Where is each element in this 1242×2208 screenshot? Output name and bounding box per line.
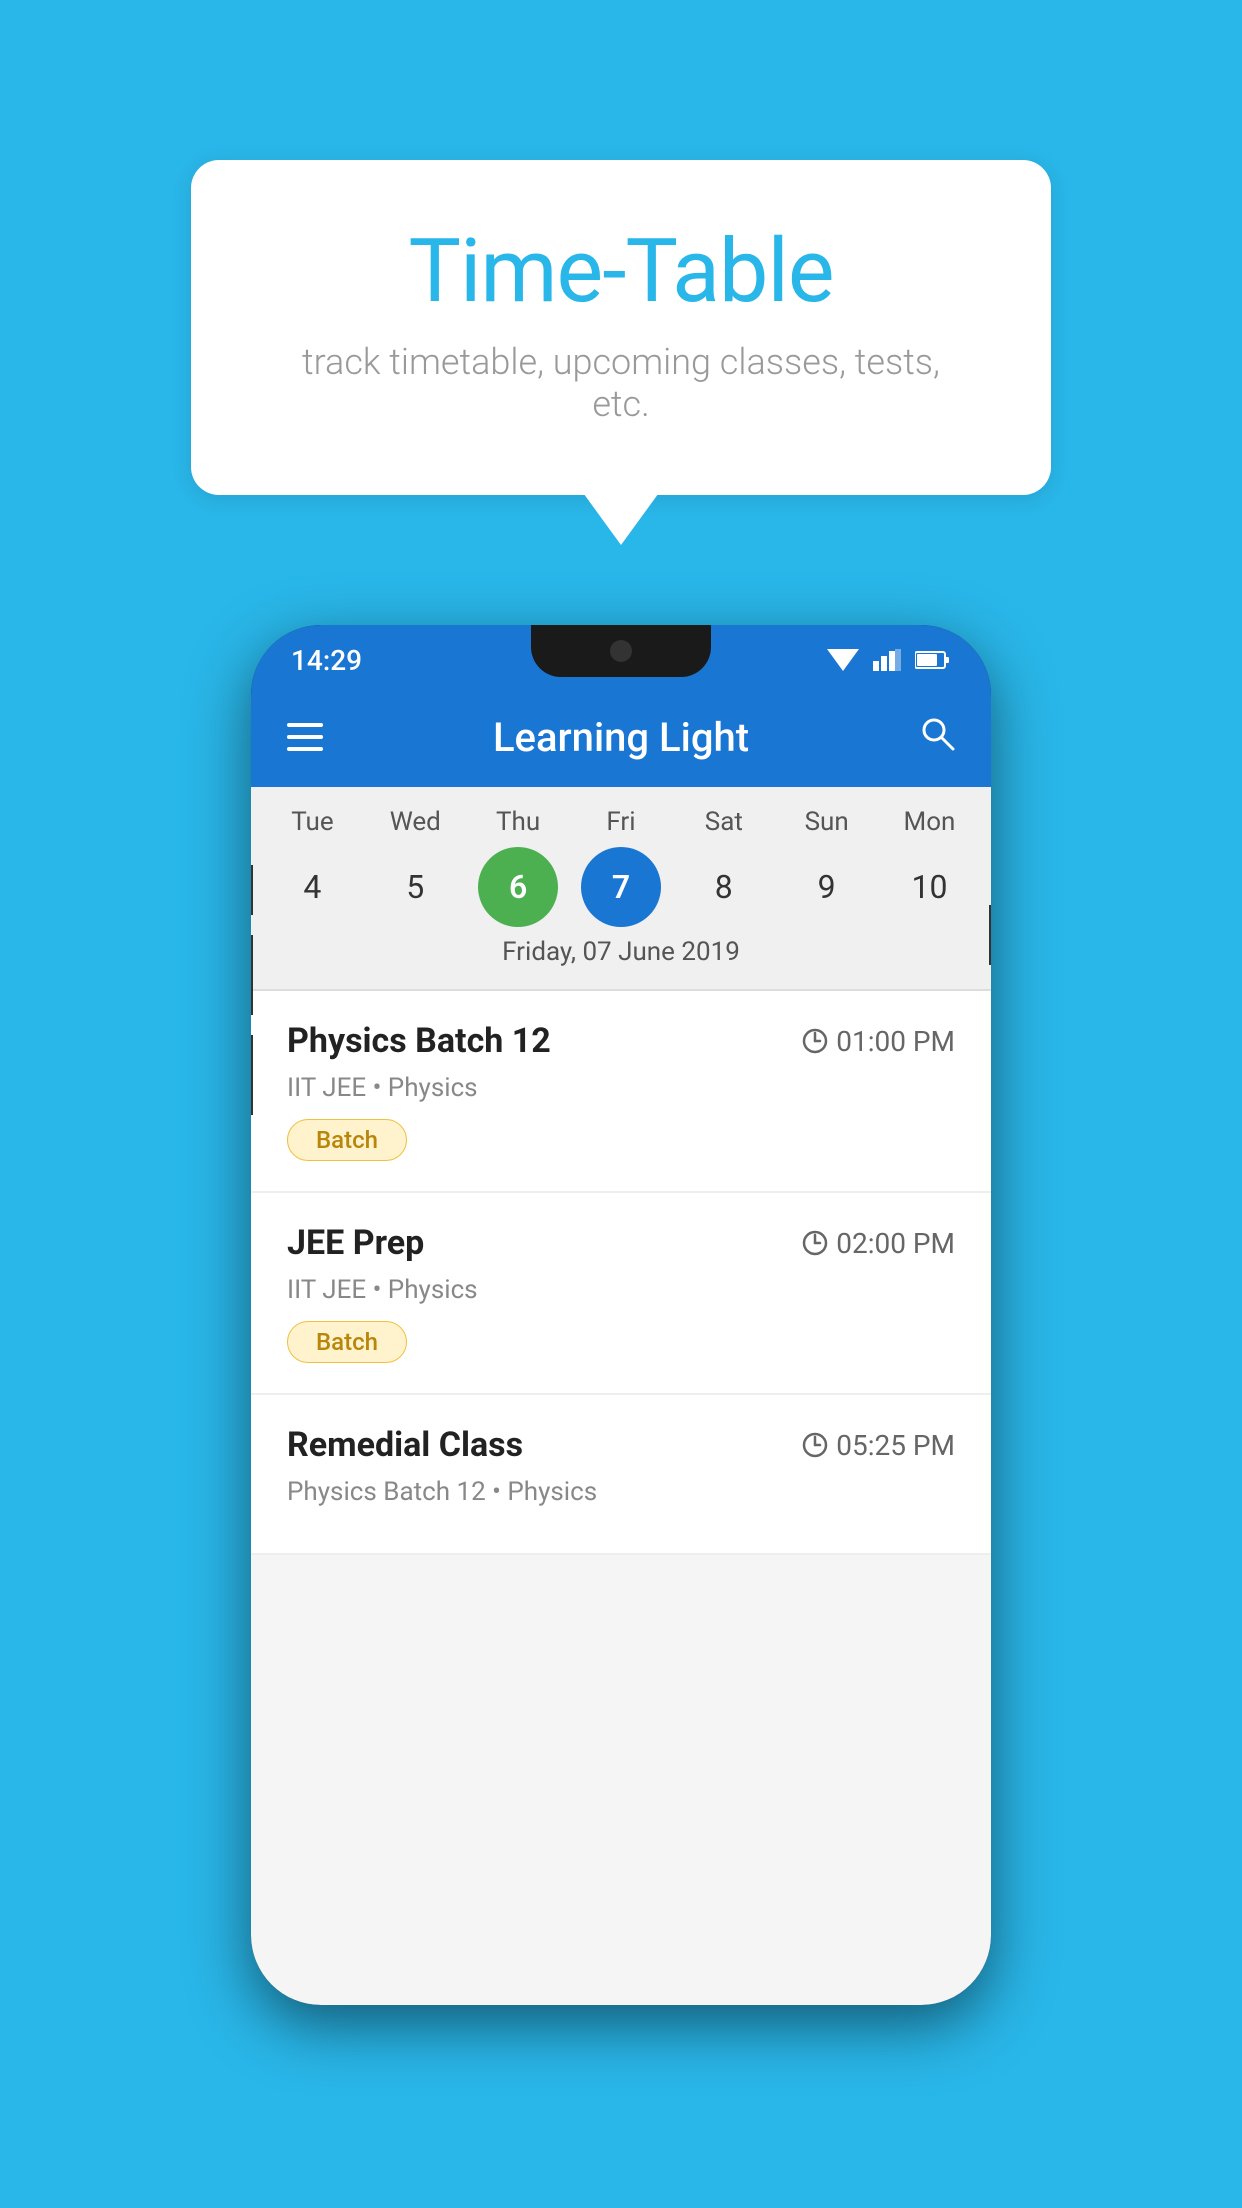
batch-tag-0: Batch xyxy=(287,1119,407,1161)
hero-title: Time-Table xyxy=(271,220,971,323)
front-camera xyxy=(610,640,632,662)
class-name-2: Remedial Class xyxy=(287,1425,523,1465)
day-number-5[interactable]: 5 xyxy=(375,847,455,927)
batch-tag-1: Batch xyxy=(287,1321,407,1363)
class-time-1: 02:00 PM xyxy=(802,1227,955,1260)
class-time-text-2: 05:25 PM xyxy=(836,1429,955,1462)
status-time: 14:29 xyxy=(291,644,362,677)
phone-device: 14:29 xyxy=(251,625,991,2005)
top-section: Time-Table track timetable, upcoming cla… xyxy=(0,0,1242,495)
class-time-text-0: 01:00 PM xyxy=(836,1025,955,1058)
day-number-8[interactable]: 8 xyxy=(684,847,764,927)
day-header-sat: Sat xyxy=(684,807,764,837)
class-subtitle-1: IIT JEE • Physics xyxy=(287,1275,955,1305)
class-subtitle-2: Physics Batch 12 • Physics xyxy=(287,1477,955,1507)
menu-button[interactable] xyxy=(287,723,323,751)
class-item-0[interactable]: Physics Batch 12 01:00 PM IIT JEE • Physic… xyxy=(251,991,991,1193)
day-number-6[interactable]: 6 xyxy=(478,847,558,927)
class-item-2[interactable]: Remedial Class 05:25 PM Physics Batch 12 •… xyxy=(251,1395,991,1555)
class-name-1: JEE Prep xyxy=(287,1223,424,1263)
search-button[interactable] xyxy=(919,715,955,760)
wifi-icon xyxy=(827,649,859,671)
phone-wrapper: 14:29 xyxy=(0,625,1242,2005)
class-header-1: JEE Prep 02:00 PM xyxy=(287,1223,955,1263)
app-title: Learning Light xyxy=(493,714,749,761)
battery-icon xyxy=(915,650,951,670)
day-number-7[interactable]: 7 xyxy=(581,847,661,927)
class-list: Physics Batch 12 01:00 PM IIT JEE • Physic… xyxy=(251,991,991,1555)
class-name-0: Physics Batch 12 xyxy=(287,1021,551,1061)
clock-icon-2 xyxy=(802,1432,828,1458)
class-time-text-1: 02:00 PM xyxy=(836,1227,955,1260)
class-time-2: 05:25 PM xyxy=(802,1429,955,1462)
hero-subtitle: track timetable, upcoming classes, tests… xyxy=(271,341,971,425)
class-subtitle-0: IIT JEE • Physics xyxy=(287,1073,955,1103)
class-header-2: Remedial Class 05:25 PM xyxy=(287,1425,955,1465)
day-header-sun: Sun xyxy=(787,807,867,837)
class-item-1[interactable]: JEE Prep 02:00 PM IIT JEE • Physics Batch xyxy=(251,1193,991,1395)
day-header-tue: Tue xyxy=(272,807,352,837)
class-header-0: Physics Batch 12 01:00 PM xyxy=(287,1021,955,1061)
day-number-4[interactable]: 4 xyxy=(272,847,352,927)
signal-icon xyxy=(873,649,901,671)
phone-screen: Tue Wed Thu Fri Sat Sun Mon 456789 10 Friday, 0… xyxy=(251,787,991,2005)
day-header-mon: Mon xyxy=(889,807,969,837)
day-header-fri: Fri xyxy=(581,807,661,837)
day-headers: Tue Wed Thu Fri Sat Sun Mon xyxy=(251,807,991,837)
day-header-thu: Thu xyxy=(478,807,558,837)
clock-icon-0 xyxy=(802,1028,828,1054)
volume-down-button xyxy=(251,1035,253,1115)
day-number-10[interactable]: 10 xyxy=(889,847,969,927)
volume-up-button xyxy=(251,935,253,1015)
app-bar: Learning Light xyxy=(251,687,991,787)
selected-date-label: Friday, 07 June 2019 xyxy=(251,937,991,977)
speech-bubble: Time-Table track timetable, upcoming cla… xyxy=(191,160,1051,495)
clock-icon-1 xyxy=(802,1230,828,1256)
day-header-wed: Wed xyxy=(375,807,455,837)
phone-notch xyxy=(531,625,711,677)
calendar-section: Tue Wed Thu Fri Sat Sun Mon 456789 10 Friday, 0… xyxy=(251,787,991,989)
power-button xyxy=(989,905,991,965)
day-number-9[interactable]: 9 xyxy=(787,847,867,927)
day-numbers: 456789 10 xyxy=(251,847,991,927)
status-icons xyxy=(827,649,951,671)
class-time-0: 01:00 PM xyxy=(802,1025,955,1058)
silent-button xyxy=(251,865,253,915)
search-icon xyxy=(919,715,955,751)
